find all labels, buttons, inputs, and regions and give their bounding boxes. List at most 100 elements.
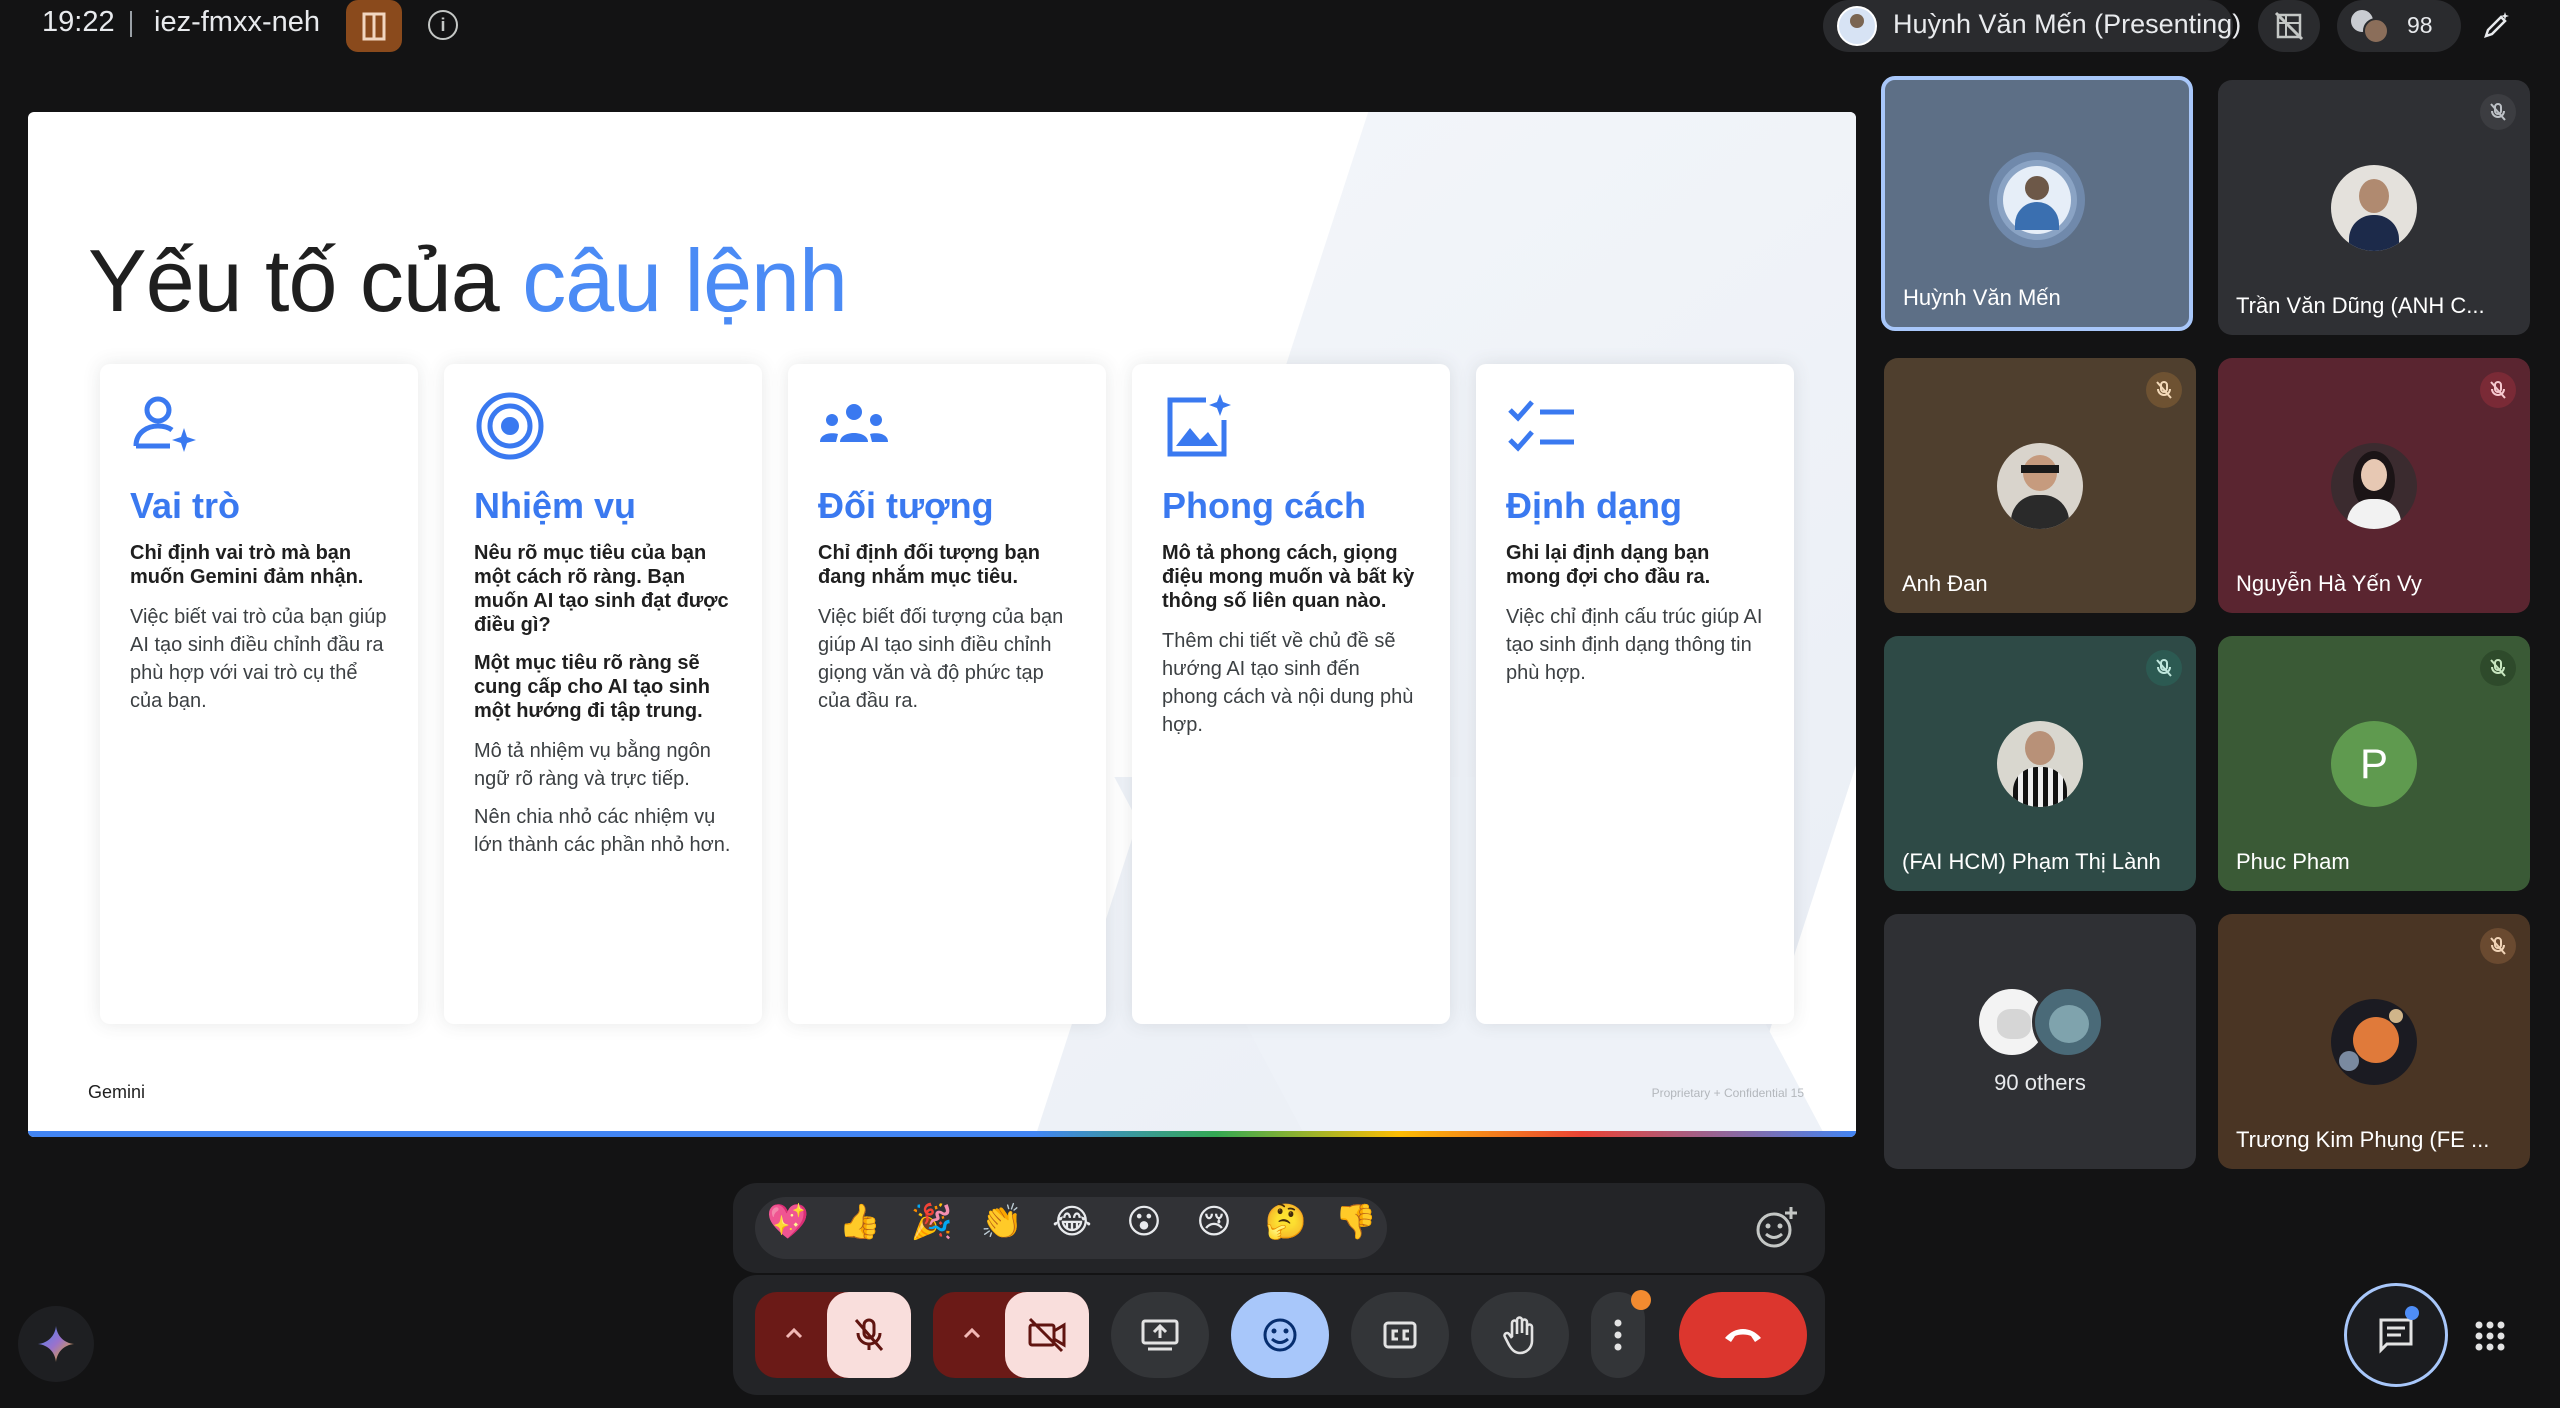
present-icon [1141,1319,1179,1351]
top-bar: 19:22 iez-fmxx-neh i Huỳnh Văn Mến (Pres… [0,0,2560,52]
call-end-icon [1725,1329,1761,1342]
participants-button[interactable]: 98 [2337,0,2461,52]
slide-footer-note: Proprietary + Confidential 15 [1651,1086,1804,1100]
notification-dot [1631,1290,1651,1310]
card-heading: Định dạng [1506,485,1682,526]
participant-tile[interactable]: (FAI HCM) Phạm Thị Lành [1884,636,2196,891]
closed-captions-icon [1383,1321,1417,1349]
leave-call-button[interactable] [1679,1292,1807,1378]
meeting-info-icon[interactable]: i [428,10,458,40]
reaction-clap[interactable]: 👏 [979,1199,1025,1245]
presenter-chip[interactable]: Huỳnh Văn Mến (Presenting) [1823,0,2241,52]
person-sparkle-icon [133,396,196,452]
reaction-thumbs-down[interactable]: 👎 [1333,1199,1379,1245]
others-tile[interactable]: 90 others [1884,914,2196,1169]
participant-tile[interactable]: Trần Văn Dũng (ANH C... [2218,80,2530,335]
card-audience: Đối tượng Chỉ định đối tượng bạn đang nh… [788,364,1106,1024]
card-role: Vai trò Chỉ định vai trò mà bạn muốn Gem… [100,364,418,1024]
participant-faces-icon [2349,8,2393,44]
card-task: Nhiệm vụ Nêu rõ mục tiêu của bạn một các… [444,364,762,1024]
target-icon [476,392,544,460]
audio-options-button[interactable] [755,1292,911,1378]
participant-name: Anh Đan [1902,571,1988,596]
participant-count: 98 [2407,12,2433,38]
mic-off-icon [2480,94,2516,130]
participant-name: Nguyễn Hà Yến Vy [2236,571,2422,596]
slide-title: Yếu tố của câu lệnh [88,231,848,330]
camera-off-icon [1028,1317,1066,1353]
chat-icon [2379,1318,2413,1354]
card-body-text: Việc biết đối tượng của bạn giúp AI tạo … [818,606,1064,712]
call-controls [733,1275,1825,1395]
pen-sparkle-icon [2484,12,2509,38]
captions-button[interactable] [1351,1292,1449,1378]
participant-tile[interactable]: Trương Kim Phụng (FE ... [2218,914,2530,1169]
layout-button[interactable] [2258,0,2320,52]
reaction-thumbs-up[interactable]: 👍 [837,1199,883,1245]
card-bold-text: Chỉ định đối tượng bạn đang nhắm mục tiê… [818,542,1040,588]
reaction-heart[interactable]: 💖 [765,1199,811,1245]
gemini-button[interactable] [18,1306,94,1382]
participant-avatar [2331,442,2417,529]
grid-off-icon [2274,11,2304,41]
host-controls-button[interactable] [346,0,402,52]
divider [130,11,132,37]
participant-initial-avatar: P [2331,720,2417,807]
participant-name: (FAI HCM) Phạm Thị Lành [1902,849,2161,874]
mic-off-icon [2146,372,2182,408]
participant-name: Phuc Pham [2236,849,2350,874]
participant-name: Trương Kim Phụng (FE ... [2236,1127,2490,1152]
meeting-code: iez-fmxx-neh [154,6,320,38]
annotate-button[interactable] [2470,0,2522,52]
participant-tile[interactable]: P Phuc Pham [2218,636,2530,891]
card-format: Định dạng Ghi lại định dạng bạn mong đợi… [1476,364,1794,1024]
card-bold-text: Một mục tiêu rõ ràng sẽ cung cấp cho AI … [474,652,710,722]
participant-tile[interactable]: Anh Đan [1884,358,2196,613]
video-options-button[interactable] [933,1292,1089,1378]
more-vert-icon [1614,1319,1622,1351]
slide-footer-brand: Gemini [88,1082,146,1102]
card-body-text: Việc biết vai trò của bạn giúp AI tạo si… [130,606,387,712]
reaction-laugh[interactable]: 😂 [1049,1199,1095,1245]
chat-button[interactable] [2344,1283,2448,1387]
participant-avatar [2032,986,2104,1058]
apps-grid-icon [2475,1321,2505,1351]
emoji-icon [1263,1318,1297,1352]
participant-name: Trần Văn Dũng (ANH C... [2236,293,2485,318]
slide-title-accent: câu lệnh [522,231,848,330]
reaction-sad[interactable]: 😢 [1191,1199,1237,1245]
participant-name: Huỳnh Văn Mến [1903,285,2061,310]
mic-toggle-button[interactable] [827,1292,911,1378]
reaction-thinking[interactable]: 🤔 [1263,1199,1309,1245]
hand-icon [1503,1316,1534,1355]
raise-hand-button[interactable] [1471,1292,1569,1378]
reaction-party[interactable]: 🎉 [909,1199,955,1245]
gemini-sparkle-icon [38,1326,74,1362]
card-body-text: Nên chia nhỏ các nhiệm vụ lớn thành các … [474,806,731,856]
card-bold-text: Nêu rõ mục tiêu của bạn một cách rõ ràng… [474,542,729,636]
card-bold-text: Mô tả phong cách, giọng điệu mong muốn v… [1162,542,1415,612]
slide-cards: Vai trò Chỉ định vai trò mà bạn muốn Gem… [100,364,1820,1024]
participant-tile[interactable]: Nguyễn Hà Yến Vy [2218,358,2530,613]
participant-tile[interactable]: Huỳnh Văn Mến [1881,76,2193,331]
card-heading: Nhiệm vụ [474,485,637,526]
participant-avatar [1989,151,2085,248]
building-icon [362,12,386,41]
reactions-button[interactable] [1231,1292,1329,1378]
card-heading: Phong cách [1162,485,1367,526]
reactions-bar: 💖 👍 🎉 👏 😂 😮 😢 🤔 👎 [733,1183,1825,1273]
more-options-button[interactable] [1591,1290,1651,1378]
card-heading: Vai trò [130,485,241,526]
image-sparkle-icon [1167,394,1231,457]
reaction-surprised[interactable]: 😮 [1121,1199,1167,1245]
add-reaction-icon[interactable] [1753,1205,1799,1251]
card-body-text: Mô tả nhiệm vụ bằng ngôn ngữ rõ ràng và … [474,740,711,790]
card-heading: Đối tượng [818,485,994,526]
group-icon [820,404,888,442]
mic-off-icon [2480,928,2516,964]
activities-button[interactable] [2460,1306,2520,1366]
mic-off-icon [2480,372,2516,408]
others-count: 90 others [1994,1070,2086,1095]
present-screen-button[interactable] [1111,1292,1209,1378]
camera-toggle-button[interactable] [1005,1292,1089,1378]
